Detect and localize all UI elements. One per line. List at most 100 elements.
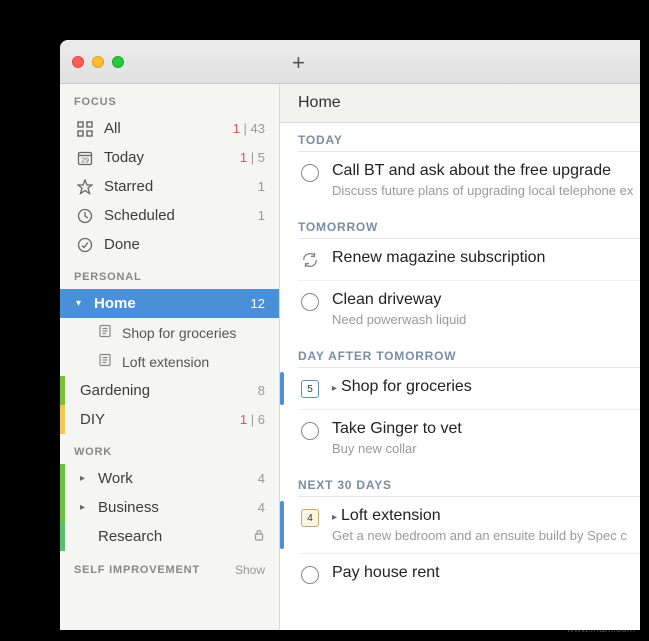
sidebar-item-label: All xyxy=(104,120,223,137)
task-row[interactable]: Clean driveway Need powerwash liquid xyxy=(298,281,640,337)
group-tomorrow: TOMORROW Renew magazine subscription Cle… xyxy=(280,210,640,339)
color-bar xyxy=(60,376,65,405)
sidebar-count: 4 xyxy=(258,500,265,515)
sidebar-item-label: Starred xyxy=(104,178,248,195)
lock-icon xyxy=(253,529,265,544)
task-row[interactable]: Pay house rent xyxy=(298,554,640,595)
task-row[interactable]: Call BT and ask about the free upgrade D… xyxy=(298,152,640,208)
show-link[interactable]: Show xyxy=(235,563,265,577)
sidebar-subitem-loft-extension[interactable]: Loft extension xyxy=(60,347,279,376)
task-title: Call BT and ask about the free upgrade xyxy=(332,162,636,180)
sidebar-item-scheduled[interactable]: Scheduled 1 xyxy=(60,201,279,230)
sidebar-count: 4 xyxy=(258,471,265,486)
sidebar-item-label: Business xyxy=(98,499,248,516)
sidebar-item-all[interactable]: All 1 | 43 xyxy=(60,114,279,143)
group-label: TOMORROW xyxy=(298,220,640,239)
minimize-button[interactable] xyxy=(92,56,104,68)
group-label: NEXT 30 DAYS xyxy=(298,478,640,497)
color-bar xyxy=(60,464,65,493)
sidebar-item-label: Research xyxy=(98,528,243,545)
task-note: Buy new collar xyxy=(332,441,636,456)
close-button[interactable] xyxy=(72,56,84,68)
group-day-after: DAY AFTER TOMORROW 5 ▸Shop for groceries… xyxy=(280,339,640,468)
zoom-button[interactable] xyxy=(112,56,124,68)
sidebar-item-label: Gardening xyxy=(80,382,248,399)
clock-icon xyxy=(76,208,94,224)
list-title: Home xyxy=(280,84,640,123)
sidebar-count: 8 xyxy=(258,383,265,398)
section-label-personal: PERSONAL xyxy=(60,259,279,289)
note-icon xyxy=(98,353,114,370)
task-checkbox[interactable] xyxy=(300,292,320,312)
disclosure-right-icon: ▸ xyxy=(80,502,88,513)
task-checkbox[interactable] xyxy=(300,163,320,183)
task-row[interactable]: Renew magazine subscription xyxy=(298,239,640,281)
add-task-button[interactable]: + xyxy=(292,50,305,76)
sidebar-count: 1 xyxy=(258,179,265,194)
task-title: Take Ginger to vet xyxy=(332,420,636,438)
task-note: Need powerwash liquid xyxy=(332,312,636,327)
sidebar-item-label: Shop for groceries xyxy=(122,325,236,341)
disclosure-right-icon: ▸ xyxy=(332,383,337,394)
calendar-icon: 29 xyxy=(76,150,94,166)
sidebar-item-label: DIY xyxy=(80,411,230,428)
sidebar-item-research[interactable]: Research xyxy=(60,522,279,551)
disclosure-right-icon: ▸ xyxy=(332,512,337,523)
task-row[interactable]: 5 ▸Shop for groceries xyxy=(298,368,640,410)
task-checkbox[interactable] xyxy=(300,421,320,441)
sidebar-item-home[interactable]: ▾ Home 12 xyxy=(60,289,279,318)
group-label: TODAY xyxy=(298,133,640,152)
note-icon xyxy=(98,324,114,341)
section-label-work: WORK xyxy=(60,434,279,464)
titlebar: + xyxy=(60,40,640,84)
sidebar-count: 1 xyxy=(258,208,265,223)
sidebar-subitem-shop-groceries[interactable]: Shop for groceries xyxy=(60,318,279,347)
color-bar xyxy=(60,405,65,434)
watermark: www.frfam.com xyxy=(567,624,635,635)
repeat-icon[interactable] xyxy=(300,250,320,270)
task-note: Get a new bedroom and an ensuite build b… xyxy=(332,528,636,543)
group-next30: NEXT 30 DAYS 4 ▸Loft extension Get a new… xyxy=(280,468,640,597)
disclosure-right-icon: ▸ xyxy=(80,473,88,484)
sidebar-item-gardening[interactable]: Gardening 8 xyxy=(60,376,279,405)
disclosure-down-icon: ▾ xyxy=(76,298,84,309)
sidebar-item-done[interactable]: Done xyxy=(60,230,279,259)
sidebar: FOCUS All 1 | 43 29 Today 1 | 5 Star xyxy=(60,84,280,630)
task-title: ▸Shop for groceries xyxy=(332,378,636,396)
section-label-self-improvement[interactable]: SELF IMPROVEMENT Show xyxy=(60,551,279,583)
task-title: Pay house rent xyxy=(332,564,636,582)
task-title: Renew magazine subscription xyxy=(332,249,636,267)
group-label: DAY AFTER TOMORROW xyxy=(298,349,640,368)
color-bar xyxy=(60,522,65,551)
sidebar-count: 1 | 5 xyxy=(240,150,265,165)
sidebar-item-label: Loft extension xyxy=(122,354,209,370)
selection-edge xyxy=(280,372,284,405)
sidebar-item-diy[interactable]: DIY 1 | 6 xyxy=(60,405,279,434)
task-row[interactable]: 4 ▸Loft extension Get a new bedroom and … xyxy=(298,497,640,554)
sidebar-item-label: Home xyxy=(94,295,241,312)
sidebar-count: 1 | 43 xyxy=(233,121,265,136)
sidebar-item-today[interactable]: 29 Today 1 | 5 xyxy=(60,143,279,172)
task-note: Discuss future plans of upgrading local … xyxy=(332,183,636,198)
app-body: FOCUS All 1 | 43 29 Today 1 | 5 Star xyxy=(60,84,640,630)
sidebar-item-work[interactable]: ▸ Work 4 xyxy=(60,464,279,493)
task-title: Clean driveway xyxy=(332,291,636,309)
project-badge[interactable]: 4 xyxy=(300,508,320,528)
group-today: TODAY Call BT and ask about the free upg… xyxy=(280,123,640,210)
task-checkbox[interactable] xyxy=(300,565,320,585)
app-window: + FOCUS All 1 | 43 29 Today 1 | 5 xyxy=(60,40,640,630)
sidebar-item-label: Today xyxy=(104,149,230,166)
sidebar-item-business[interactable]: ▸ Business 4 xyxy=(60,493,279,522)
task-row[interactable]: Take Ginger to vet Buy new collar xyxy=(298,410,640,466)
grid-icon xyxy=(76,121,94,137)
sidebar-item-label: Scheduled xyxy=(104,207,248,224)
sidebar-item-label: Done xyxy=(104,236,265,253)
section-label-focus: FOCUS xyxy=(60,84,279,114)
project-badge[interactable]: 5 xyxy=(300,379,320,399)
sidebar-count: 12 xyxy=(251,296,265,311)
window-controls xyxy=(72,56,124,68)
star-icon xyxy=(76,179,94,195)
task-title: ▸Loft extension xyxy=(332,507,636,525)
main-panel: Home TODAY Call BT and ask about the fre… xyxy=(280,84,640,630)
sidebar-item-starred[interactable]: Starred 1 xyxy=(60,172,279,201)
